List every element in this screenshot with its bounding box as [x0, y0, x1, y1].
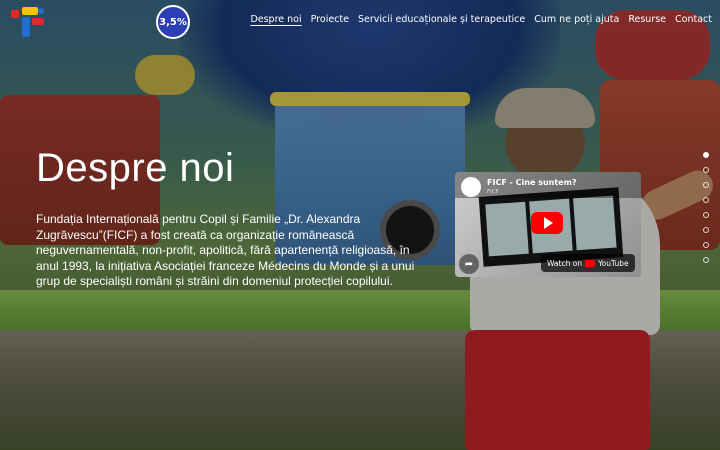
youtube-logo-icon: [585, 259, 596, 267]
slider-dot[interactable]: [703, 257, 709, 263]
slider-dot[interactable]: [703, 152, 709, 158]
main-nav: Despre noi Proiecte Servicii educațional…: [250, 14, 712, 25]
slider-dot[interactable]: [703, 227, 709, 233]
badge-text: 3,5%: [159, 16, 187, 28]
nav-proiecte[interactable]: Proiecte: [311, 14, 349, 25]
slider-dot[interactable]: [703, 182, 709, 188]
ficf-logo-icon[interactable]: [8, 4, 48, 42]
watch-on-label: Watch on: [547, 258, 583, 268]
thumbnail-frame: [573, 195, 617, 251]
channel-avatar[interactable]: [461, 177, 481, 197]
youtube-label: YouTube: [598, 258, 629, 268]
watch-on-youtube-button[interactable]: Watch on YouTube: [541, 254, 635, 272]
top-navigation-bar: 3,5% Despre noi Proiecte Servicii educaț…: [0, 0, 720, 46]
slider-dot[interactable]: [703, 212, 709, 218]
tax-percent-badge[interactable]: 3,5%: [156, 5, 190, 39]
share-icon[interactable]: ➦: [459, 254, 479, 274]
video-channel: FICF: [487, 189, 499, 195]
slider-dot[interactable]: [703, 167, 709, 173]
nav-cum-ne-poti-ajuta[interactable]: Cum ne poți ajuta: [534, 14, 619, 25]
video-title[interactable]: FICF - Cine suntem?: [487, 178, 577, 187]
youtube-video-embed[interactable]: FICF - Cine suntem? FICF ➦ Watch on YouT…: [455, 172, 641, 277]
nav-despre-noi[interactable]: Despre noi: [250, 14, 301, 25]
slider-dot[interactable]: [703, 242, 709, 248]
nav-contact[interactable]: Contact: [675, 14, 712, 25]
nav-resurse[interactable]: Resurse: [628, 14, 666, 25]
play-button-icon[interactable]: [531, 212, 563, 234]
page-title: Despre noi: [36, 146, 235, 190]
about-description: Fundația Internațională pentru Copil și …: [36, 212, 415, 288]
slider-dots: [703, 152, 709, 263]
thumbnail-frame: [485, 201, 529, 257]
nav-servicii[interactable]: Servicii educaționale și terapeutice: [358, 14, 525, 25]
slider-dot[interactable]: [703, 197, 709, 203]
